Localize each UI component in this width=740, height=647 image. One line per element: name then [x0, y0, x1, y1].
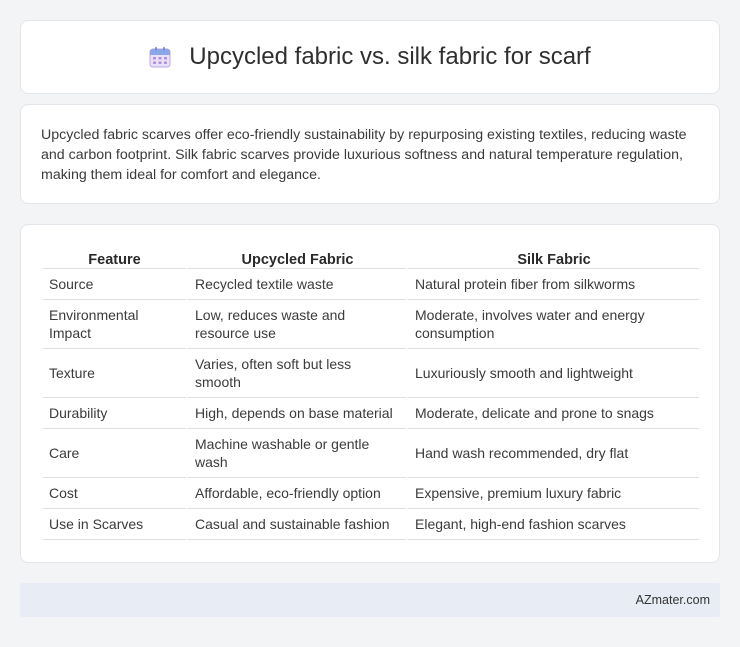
silk-cell: Hand wash recommended, dry flat: [406, 429, 699, 478]
silk-cell: Moderate, delicate and prone to snags: [406, 398, 699, 429]
feature-cell: Cost: [43, 478, 186, 509]
table-row: Durability High, depends on base materia…: [43, 398, 699, 429]
table-row: Cost Affordable, eco-friendly option Exp…: [43, 478, 699, 509]
comparison-table: Feature Upcycled Fabric Silk Fabric Sour…: [43, 247, 699, 540]
calendar-icon: [149, 46, 171, 68]
silk-cell: Natural protein fiber from silkworms: [406, 269, 699, 300]
feature-cell: Source: [43, 269, 186, 300]
upcycled-cell: Affordable, eco-friendly option: [186, 478, 406, 509]
upcycled-cell: Varies, often soft but less smooth: [186, 349, 406, 398]
footer-brand[interactable]: AZmater.com: [636, 593, 710, 607]
feature-cell: Use in Scarves: [43, 509, 186, 540]
footer: AZmater.com: [20, 583, 720, 617]
feature-cell: Care: [43, 429, 186, 478]
feature-cell: Environmental Impact: [43, 300, 186, 349]
table-row: Care Machine washable or gentle wash Han…: [43, 429, 699, 478]
summary-text: Upcycled fabric scarves offer eco-friend…: [41, 127, 687, 183]
upcycled-cell: Machine washable or gentle wash: [186, 429, 406, 478]
feature-cell: Durability: [43, 398, 186, 429]
title-card: Upcycled fabric vs. silk fabric for scar…: [20, 20, 720, 94]
column-header-silk: Silk Fabric: [406, 247, 699, 269]
page-title: Upcycled fabric vs. silk fabric for scar…: [189, 43, 591, 70]
column-header-upcycled: Upcycled Fabric: [186, 247, 406, 269]
upcycled-cell: Casual and sustainable fashion: [186, 509, 406, 540]
column-header-feature: Feature: [43, 247, 186, 269]
comparison-table-card: Feature Upcycled Fabric Silk Fabric Sour…: [20, 224, 720, 563]
table-row: Use in Scarves Casual and sustainable fa…: [43, 509, 699, 540]
summary-card: Upcycled fabric scarves offer eco-friend…: [20, 104, 720, 204]
table-row: Environmental Impact Low, reduces waste …: [43, 300, 699, 349]
upcycled-cell: Low, reduces waste and resource use: [186, 300, 406, 349]
feature-cell: Texture: [43, 349, 186, 398]
upcycled-cell: Recycled textile waste: [186, 269, 406, 300]
table-row: Source Recycled textile waste Natural pr…: [43, 269, 699, 300]
silk-cell: Elegant, high-end fashion scarves: [406, 509, 699, 540]
silk-cell: Moderate, involves water and energy cons…: [406, 300, 699, 349]
table-header-row: Feature Upcycled Fabric Silk Fabric: [43, 247, 699, 269]
upcycled-cell: High, depends on base material: [186, 398, 406, 429]
table-row: Texture Varies, often soft but less smoo…: [43, 349, 699, 398]
silk-cell: Luxuriously smooth and lightweight: [406, 349, 699, 398]
silk-cell: Expensive, premium luxury fabric: [406, 478, 699, 509]
